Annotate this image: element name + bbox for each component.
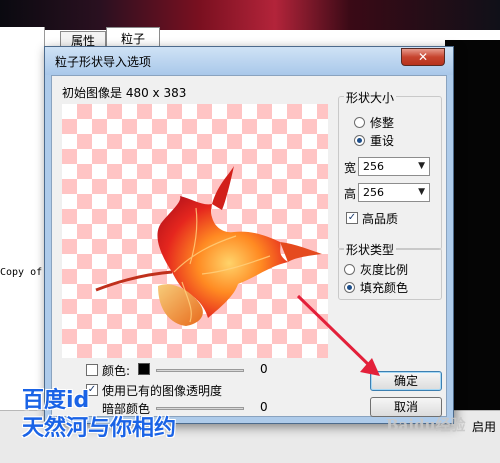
watermark-text: 百度id 天然河与你相约 xyxy=(22,387,176,443)
baidu-logo: Baidu经验 xyxy=(386,416,466,434)
watermark-line-2: 天然河与你相约 xyxy=(22,416,177,441)
watermark-line-1: 百度id xyxy=(22,388,90,413)
